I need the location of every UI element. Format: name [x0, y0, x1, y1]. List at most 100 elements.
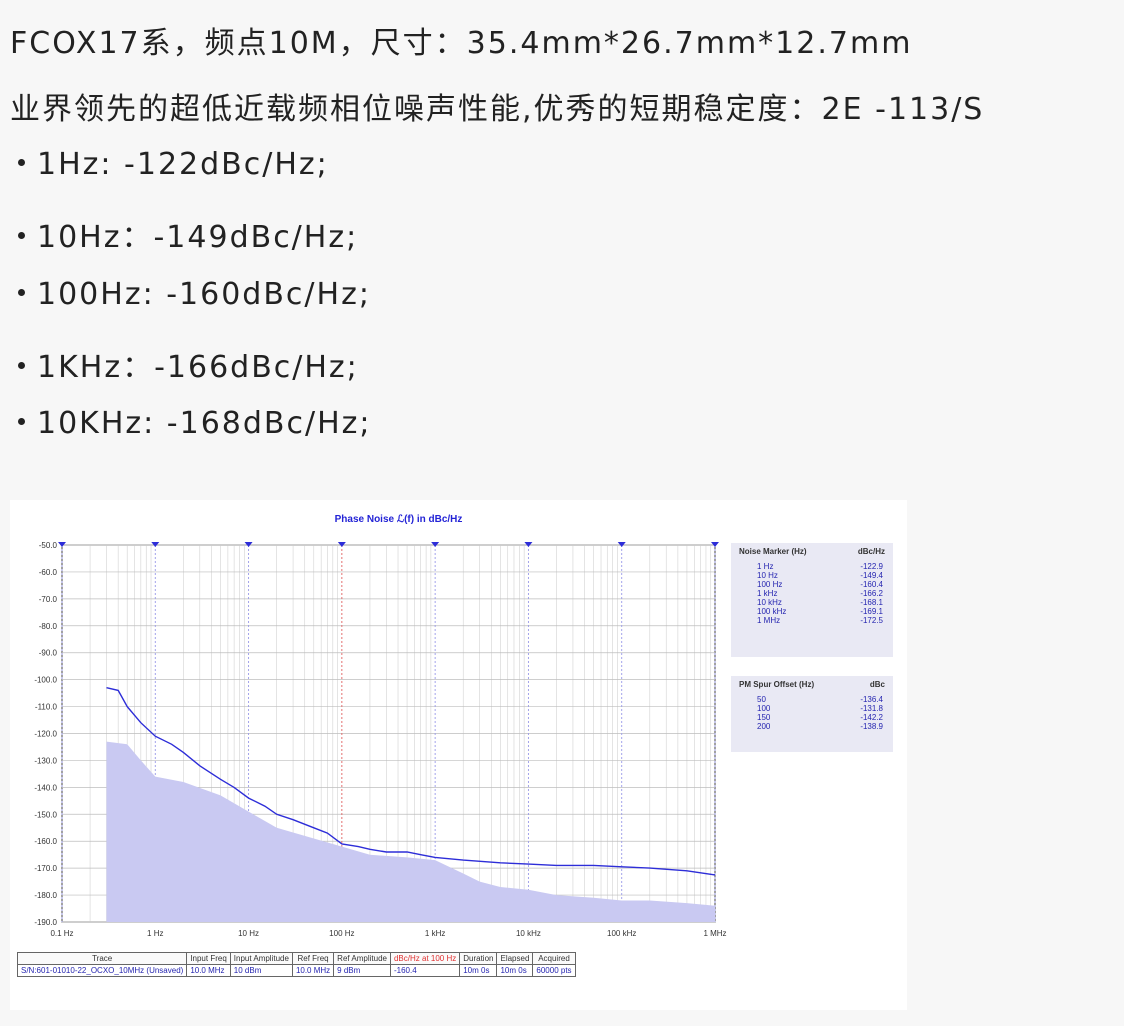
noise-marker-value: -172.5: [860, 616, 883, 625]
bullet-dot-icon: [18, 418, 25, 425]
spec-cell: S/N:601-01010-22_OCXO_10MHz (Unsaved): [16, 964, 188, 977]
noise-marker-label: 10 kHz: [757, 598, 782, 607]
spec-header-cell: dBc/Hz at 100 Hz: [389, 952, 461, 965]
noise-marker-label: 1 MHz: [757, 616, 781, 625]
y-tick-label: -70.0: [39, 595, 58, 604]
bullet-text: 10Hz：-149dBc/Hz;: [37, 220, 359, 255]
pm-spur-col1: PM Spur Offset (Hz): [739, 680, 815, 689]
spec-header-cell: Ref Amplitude: [333, 952, 391, 965]
x-tick-label: 100 kHz: [607, 929, 636, 938]
bullet-dot-icon: [18, 289, 25, 296]
noise-marker-value: -169.1: [860, 607, 883, 616]
noise-marker-value: -166.2: [860, 589, 883, 598]
pm-spur-row: 200 -138.9: [731, 722, 893, 731]
y-tick-label: -50.0: [39, 541, 58, 550]
x-tick-label: 10 kHz: [516, 929, 541, 938]
y-tick-label: -160.0: [34, 837, 57, 846]
bullet-text: 10KHz: -168dBc/Hz;: [37, 406, 372, 441]
noise-marker-row: 10 Hz -149.4: [731, 571, 893, 580]
spec-cell: 9 dBm: [333, 964, 391, 977]
y-tick-label: -190.0: [34, 918, 57, 927]
pm-spur-header: PM Spur Offset (Hz) dBc: [731, 676, 893, 695]
spec-table-header: Trace Input Freq Input Amplitude Ref Freq Re…: [16, 952, 576, 965]
spec-header-cell: Input Amplitude: [229, 952, 293, 965]
bullet-dot-icon: [18, 159, 25, 166]
spec-line-1: FCOX17系，频点10M，尺寸：35.4mm*26.7mm*12.7mm: [10, 26, 913, 61]
bullet-text: 100Hz: -160dBc/Hz;: [37, 277, 371, 312]
bullet-dot-icon: [18, 232, 25, 239]
x-tick-label: 100 Hz: [329, 929, 354, 938]
pm-spur-label: 50: [757, 695, 766, 704]
spec-cell: 10 dBm: [229, 964, 293, 977]
spec-table-row: S/N:601-01010-22_OCXO_10MHz (Unsaved) 10.…: [16, 964, 576, 977]
pm-spur-value: -138.9: [860, 722, 883, 731]
bullet-item: 1KHz：-166dBc/Hz;: [18, 342, 359, 386]
pm-spur-row: 100 -131.8: [731, 704, 893, 713]
y-tick-label: -100.0: [34, 676, 57, 685]
spec-header-cell: Input Freq: [186, 952, 231, 965]
noise-marker-row: 1 Hz -122.9: [731, 562, 893, 571]
noise-marker-value: -122.9: [860, 562, 883, 571]
bullet-item: 100Hz: -160dBc/Hz;: [18, 277, 371, 312]
y-tick-label: -130.0: [34, 756, 57, 765]
pm-spur-value: -136.4: [860, 695, 883, 704]
y-tick-label: -170.0: [34, 864, 57, 873]
y-tick-label: -60.0: [39, 568, 58, 577]
noise-marker-row: 100 Hz -160.4: [731, 580, 893, 589]
noise-marker-row: 10 kHz -168.1: [731, 598, 893, 607]
phase-noise-figure: Phase Noise ℒ(f) in dBc/Hz -50.0 -60.0 -70.…: [10, 500, 907, 1010]
y-tick-label: -110.0: [35, 703, 58, 712]
noise-marker-row: 1 kHz -166.2: [731, 589, 893, 598]
noise-marker-rows: 1 Hz -122.9 10 Hz -149.4 100 Hz -160.4 1 kHz -1…: [731, 562, 893, 625]
noise-marker-panel: Noise Marker (Hz) dBc/Hz 1 Hz -122.9 10 Hz…: [731, 543, 893, 657]
spec-line-2: 业界领先的超低近载频相位噪声性能,优秀的短期稳定度：2E -113/S: [10, 92, 985, 127]
spec-header-cell: Trace: [16, 952, 188, 965]
y-tick-label: -90.0: [39, 649, 58, 658]
x-tick-label: 1 kHz: [425, 929, 445, 938]
noise-marker-row: 1 MHz -172.5: [731, 616, 893, 625]
noise-marker-label: 1 kHz: [757, 589, 778, 598]
pm-spur-col2: dBc: [869, 680, 885, 689]
pm-spur-label: 100: [757, 704, 771, 713]
spec-cell: 10m 0s: [459, 964, 498, 977]
y-tick-label: -120.0: [34, 730, 57, 739]
spec-cell: -160.4: [389, 964, 461, 977]
bullet-item: 10KHz: -168dBc/Hz;: [18, 406, 372, 441]
bullet-text: 1KHz：-166dBc/Hz;: [37, 350, 359, 385]
spec-header-cell: Elapsed: [496, 952, 534, 965]
pm-spur-label: 150: [757, 713, 771, 722]
noise-marker-col1: Noise Marker (Hz): [739, 547, 807, 556]
spec-cell: 60000 pts: [532, 964, 576, 977]
noise-marker-col2: dBc/Hz: [857, 547, 885, 556]
bullet-item: 1Hz: -122dBc/Hz;: [18, 147, 329, 182]
trace-spec-table: Trace Input Freq Input Amplitude Ref Freq Re…: [16, 952, 576, 977]
spec-cell: 10m 0s: [496, 964, 534, 977]
y-tick-label: -80.0: [39, 622, 58, 631]
spec-cell: 10.0 MHz: [186, 964, 231, 977]
pm-spur-label: 200: [757, 722, 771, 731]
pm-spur-row: 50 -136.4: [731, 695, 893, 704]
pm-spur-value: -131.8: [860, 704, 883, 713]
pm-spur-rows: 50 -136.4 100 -131.8 150 -142.2 200 -138.9: [731, 695, 893, 731]
noise-marker-value: -149.4: [860, 571, 883, 580]
x-tick-label: 1 MHz: [703, 929, 726, 938]
noise-marker-row: 100 kHz -169.1: [731, 607, 893, 616]
bullet-text: 1Hz: -122dBc/Hz;: [37, 147, 329, 182]
spec-cell: 10.0 MHz: [291, 964, 335, 977]
pm-spur-row: 150 -142.2: [731, 713, 893, 722]
bullet-dot-icon: [18, 362, 25, 369]
noise-marker-label: 1 Hz: [757, 562, 774, 571]
noise-marker-label: 100 kHz: [757, 607, 787, 616]
x-tick-label: 0.1 Hz: [50, 929, 73, 938]
y-tick-label: -150.0: [34, 810, 57, 819]
chart-title: Phase Noise ℒ(f) in dBc/Hz: [335, 514, 463, 525]
noise-marker-label: 100 Hz: [757, 580, 783, 589]
pm-spur-panel: PM Spur Offset (Hz) dBc 50 -136.4 100 -131.…: [731, 676, 893, 752]
pm-spur-value: -142.2: [860, 713, 883, 722]
x-tick-label: 10 Hz: [238, 929, 259, 938]
noise-marker-label: 10 Hz: [757, 571, 778, 580]
y-tick-label: -180.0: [34, 891, 57, 900]
noise-marker-header: Noise Marker (Hz) dBc/Hz: [731, 543, 893, 562]
spec-header-cell: Acquired: [532, 952, 576, 965]
x-tick-label: 1 Hz: [147, 929, 163, 938]
